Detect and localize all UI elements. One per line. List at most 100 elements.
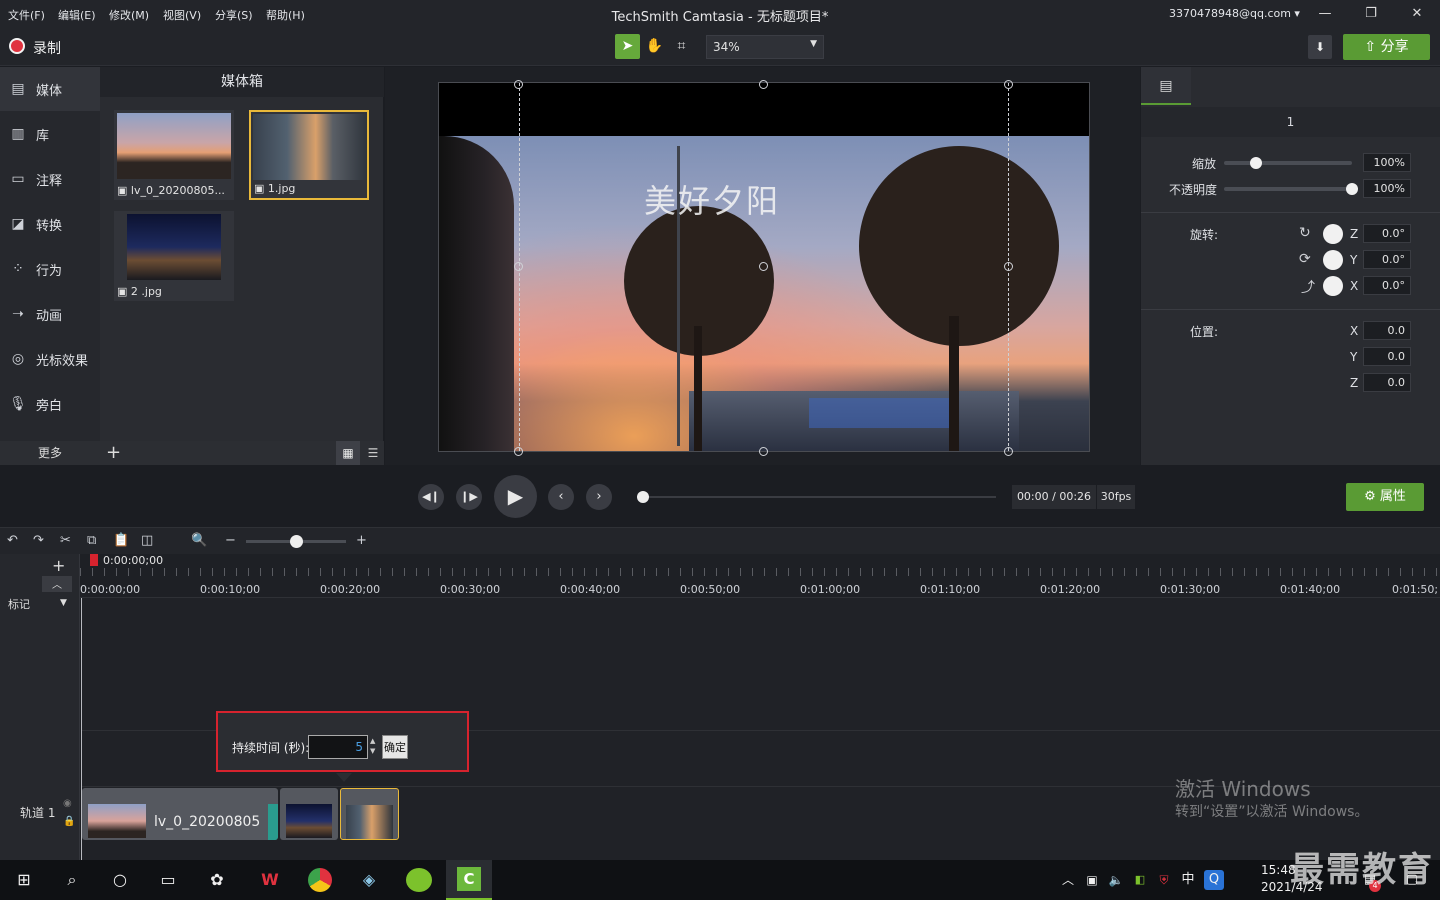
rotation-x-dial[interactable] <box>1323 276 1343 296</box>
search-icon[interactable]: ⌕ <box>60 868 84 892</box>
playhead-marker[interactable] <box>90 554 98 566</box>
previous-icon[interactable]: ‹ <box>548 484 574 510</box>
properties-button[interactable]: ⚙ 属性 <box>1346 483 1424 511</box>
undo-icon[interactable]: ↶ <box>7 533 18 548</box>
ime-indicator[interactable]: 中 <box>1176 868 1200 892</box>
restore-icon[interactable]: ❐ <box>1356 4 1386 24</box>
opacity-slider[interactable] <box>1224 187 1352 191</box>
volume-icon[interactable]: 🔈 <box>1104 868 1128 892</box>
opacity-value[interactable]: 100% <box>1363 179 1411 198</box>
chevron-up-icon[interactable]: ︿ <box>1056 868 1080 892</box>
paste-icon[interactable]: 📋 <box>113 533 129 548</box>
step-back-icon[interactable]: ◀❙ <box>418 484 444 510</box>
rotation-y-dial[interactable] <box>1323 250 1343 270</box>
rotation-y-value[interactable]: 0.0° <box>1363 250 1411 269</box>
visual-properties-tab-icon[interactable]: ▤ <box>1141 67 1191 105</box>
playback-scrubber[interactable] <box>640 496 996 498</box>
menu-file[interactable]: 文件(F) <box>8 7 45 23</box>
app-melon-icon[interactable] <box>406 868 432 892</box>
position-x-value[interactable]: 0.0 <box>1363 321 1411 340</box>
zoom-magnifier-icon[interactable]: 🔍 <box>191 533 207 548</box>
scale-slider-knob[interactable] <box>1250 157 1262 169</box>
sidebar-item-behaviors[interactable]: ⁘ 行为 <box>0 247 100 291</box>
zoom-out-icon[interactable]: − <box>225 533 236 548</box>
add-media-icon[interactable]: + <box>106 442 121 463</box>
network-icon[interactable]: ▣ <box>1080 868 1104 892</box>
record-icon[interactable] <box>9 38 25 54</box>
menu-help[interactable]: 帮助(H) <box>266 7 305 23</box>
rotation-z-dial[interactable] <box>1323 224 1343 244</box>
task-view-icon[interactable]: ▭ <box>156 868 180 892</box>
security-shield-icon[interactable]: ⛨ <box>1152 868 1176 892</box>
center-handle[interactable] <box>759 262 768 271</box>
menu-share[interactable]: 分享(S) <box>215 7 253 23</box>
timeline-zoom-knob[interactable] <box>290 535 303 548</box>
eye-icon[interactable]: ◉ <box>63 798 72 809</box>
scrubber-knob[interactable] <box>637 491 649 503</box>
scale-slider[interactable] <box>1224 161 1352 165</box>
timeline-clip[interactable] <box>280 788 338 840</box>
resize-handle[interactable] <box>759 447 768 456</box>
minimize-icon[interactable]: — <box>1310 4 1340 24</box>
cut-icon[interactable]: ✂ <box>60 533 71 548</box>
split-icon[interactable]: ◫ <box>141 533 153 548</box>
nvidia-icon[interactable]: ◧ <box>1128 868 1152 892</box>
media-item[interactable]: ▣ lv_0_20200805... <box>114 110 234 200</box>
step-forward-icon[interactable]: ❙▶ <box>456 484 482 510</box>
more-button[interactable]: 更多 <box>0 441 100 465</box>
windows-start-icon[interactable]: ⊞ <box>12 868 36 892</box>
app-pinwheel-icon[interactable]: ✿ <box>205 868 229 892</box>
media-item[interactable]: ▣ 1.jpg <box>249 110 369 200</box>
download-icon[interactable]: ⬇ <box>1308 35 1332 59</box>
sidebar-item-cursor-effects[interactable]: ◎ 光标效果 <box>0 337 100 381</box>
close-icon[interactable]: ✕ <box>1402 4 1432 24</box>
resize-handle[interactable] <box>1004 262 1013 271</box>
camtasia-taskbar-button[interactable]: C <box>446 860 492 900</box>
hand-tool-icon[interactable]: ✋ <box>642 34 667 59</box>
resize-handle[interactable] <box>514 80 523 89</box>
rotation-z-value[interactable]: 0.0° <box>1363 224 1411 243</box>
menu-view[interactable]: 视图(V) <box>163 7 201 23</box>
timeline-clip-selected[interactable] <box>340 788 399 840</box>
menu-modify[interactable]: 修改(M) <box>109 7 149 23</box>
sidebar-item-media[interactable]: ▤ 媒体 <box>0 67 100 111</box>
sidebar-item-library[interactable]: ▥ 库 <box>0 112 100 156</box>
chrome-icon[interactable] <box>308 868 332 892</box>
lock-icon[interactable]: 🔒 <box>63 816 75 827</box>
wps-icon[interactable]: W <box>258 868 282 892</box>
timeline-clip[interactable]: lv_0_20200805 <box>82 788 278 840</box>
copy-icon[interactable]: ⧉ <box>87 533 96 548</box>
sidebar-item-annotations[interactable]: ▭ 注释 <box>0 157 100 201</box>
menu-edit[interactable]: 编辑(E) <box>58 7 96 23</box>
next-icon[interactable]: › <box>586 484 612 510</box>
qq-icon[interactable]: Q <box>1204 870 1224 890</box>
duration-input[interactable]: 5 <box>308 735 368 759</box>
share-button[interactable]: ⇧ 分享 <box>1343 34 1430 60</box>
account-menu[interactable]: 3370478948@qq.com ▾ <box>1169 7 1300 20</box>
redo-icon[interactable]: ↷ <box>33 533 44 548</box>
transition-marker[interactable] <box>268 804 278 840</box>
collapse-chevron-icon[interactable]: ︿ <box>42 576 72 592</box>
rotation-x-value[interactable]: 0.0° <box>1363 276 1411 295</box>
add-track-icon[interactable]: + <box>52 556 65 575</box>
duration-ok-button[interactable]: 确定 <box>382 735 408 759</box>
resize-handle[interactable] <box>1004 447 1013 456</box>
zoom-select[interactable]: 34% ▼ <box>706 35 824 59</box>
resize-handle[interactable] <box>1004 80 1013 89</box>
list-view-icon[interactable]: ☰ <box>362 441 384 465</box>
resize-handle[interactable] <box>514 262 523 271</box>
select-tool-icon[interactable]: ➤ <box>615 34 640 59</box>
media-item[interactable]: ▣ 2 .jpg <box>114 211 234 301</box>
resize-handle[interactable] <box>759 80 768 89</box>
scale-value[interactable]: 100% <box>1363 153 1411 172</box>
zoom-in-icon[interactable]: + <box>356 533 367 548</box>
app-glass-icon[interactable]: ◈ <box>357 868 381 892</box>
crop-tool-icon[interactable]: ⌗ <box>669 34 694 59</box>
play-icon[interactable]: ▶ <box>494 475 537 518</box>
position-y-value[interactable]: 0.0 <box>1363 347 1411 366</box>
sidebar-item-transitions[interactable]: ◪ 转换 <box>0 202 100 246</box>
position-z-value[interactable]: 0.0 <box>1363 373 1411 392</box>
sidebar-item-animations[interactable]: ➝ 动画 <box>0 292 100 336</box>
timeline-ruler[interactable]: 0:00:00;00 0:00:00;00 0:00:10;00 0:00:20… <box>80 554 1440 598</box>
grid-view-icon[interactable]: ▦ <box>336 441 360 465</box>
